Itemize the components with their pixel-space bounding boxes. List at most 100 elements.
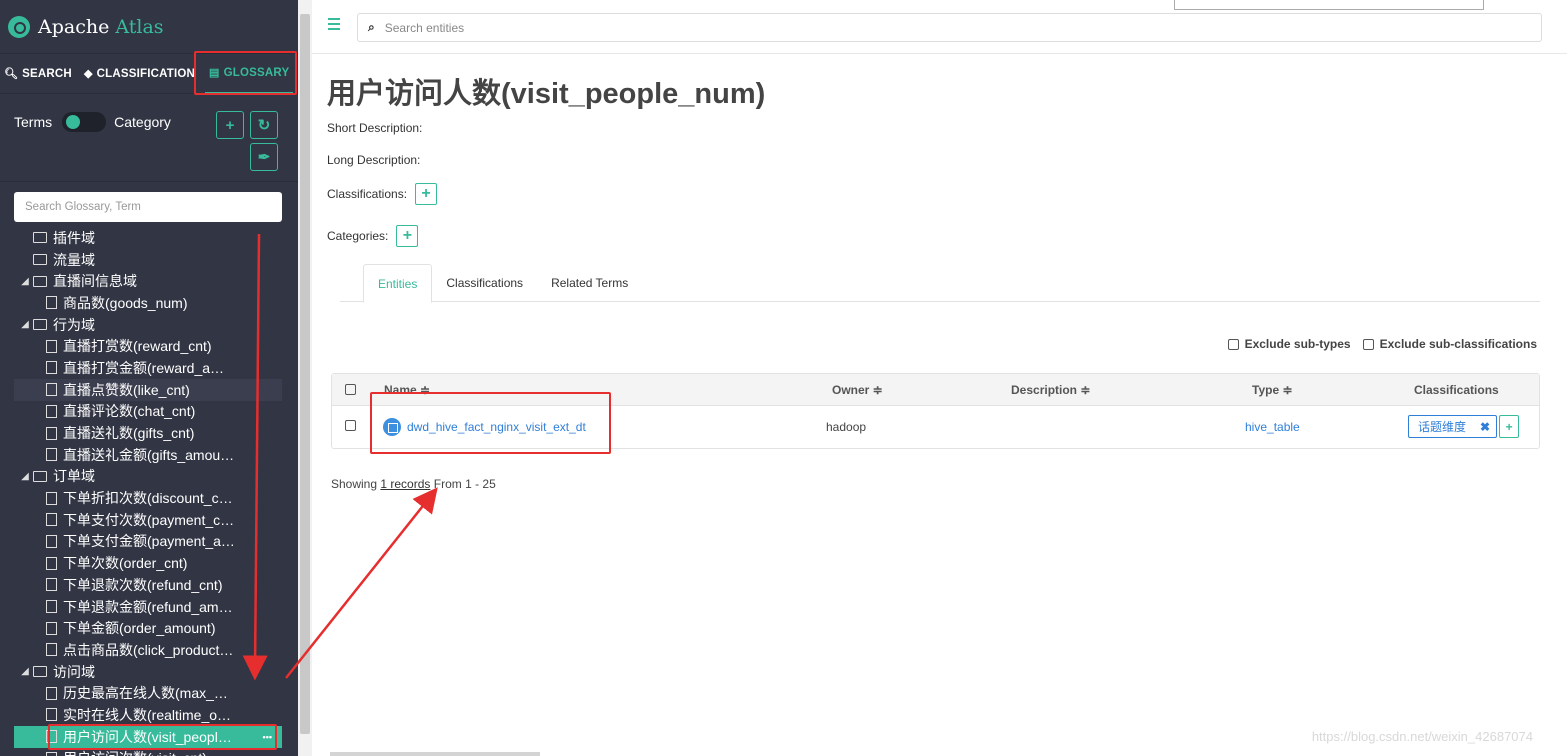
document-icon <box>46 491 57 505</box>
add-glossary-button[interactable]: + <box>216 111 244 139</box>
document-icon <box>46 621 57 635</box>
tree-folder[interactable]: ◢ 订单域 <box>14 466 282 488</box>
column-header-name[interactable]: Name ≑ <box>384 383 430 397</box>
tree-term[interactable]: 点击商品数(click_product… <box>14 639 282 661</box>
scrollbar-thumb[interactable] <box>300 14 310 734</box>
add-category-button[interactable]: + <box>396 225 419 247</box>
document-icon <box>46 600 57 614</box>
folder-icon <box>33 254 47 266</box>
document-icon <box>46 643 57 657</box>
classifications-field: Classifications: + <box>327 183 438 205</box>
document-icon <box>46 296 57 310</box>
document-icon <box>46 448 57 462</box>
expand-arrow-icon[interactable]: ◢ <box>17 471 33 482</box>
refresh-button[interactable]: ↻ <box>250 111 278 139</box>
terms-category-toggle-row: Terms Category <box>14 112 171 132</box>
tree-term[interactable]: 用户访问人数(visit_peopl… ••• <box>14 725 282 748</box>
tree-term[interactable]: 用户访问次数(visit_cnt) <box>14 748 282 756</box>
tree-term[interactable]: 直播打赏金额(reward_a… <box>14 357 282 379</box>
tree-term[interactable]: 下单退款金额(refund_am… <box>14 596 282 618</box>
long-description-label: Long Description: <box>327 153 421 167</box>
tree-term[interactable]: 直播送礼数(gifts_cnt) <box>14 422 282 444</box>
logo-text: Apache Atlas <box>38 15 164 38</box>
tree-term[interactable]: 下单次数(order_cnt) <box>14 552 282 574</box>
toggle-label-category: Category <box>114 114 171 130</box>
nav-tab-classification[interactable]: ◆ CLASSIFICATION <box>76 54 199 94</box>
entity-name-link[interactable]: dwd_hive_fact_nginx_visit_ext_dt <box>383 418 586 436</box>
tree-term[interactable]: 直播打赏数(reward_cnt) <box>14 335 282 357</box>
document-icon <box>46 339 57 353</box>
folder-icon <box>33 275 47 287</box>
glossary-search-input[interactable]: Search Glossary, Term <box>14 192 282 222</box>
top-bar: ⌕ Search entities <box>312 0 1567 54</box>
tab-classifications[interactable]: Classifications <box>432 264 537 302</box>
tab-entities[interactable]: Entities <box>363 264 433 303</box>
more-options-icon[interactable]: ••• <box>263 732 282 742</box>
add-tag-button[interactable]: + <box>1499 415 1520 438</box>
tree-term[interactable]: 下单支付金额(payment_a… <box>14 531 282 553</box>
expand-arrow-icon[interactable]: ◢ <box>17 276 33 287</box>
tree-item-label: 直播打赏数(reward_cnt) <box>63 338 212 355</box>
entity-search-input[interactable]: ⌕ Search entities <box>357 13 1542 42</box>
tree-item-label: 订单域 <box>53 468 95 485</box>
expand-arrow-icon[interactable]: ◢ <box>17 319 33 330</box>
tree-item-label: 下单支付次数(payment_c… <box>63 511 235 528</box>
divider <box>0 181 298 182</box>
search-icon: 🔍︎ <box>4 68 19 80</box>
page-title: 用户访问人数(visit_people_num) <box>327 78 766 110</box>
tree-folder[interactable]: ◢ 行为域 <box>14 314 282 336</box>
exclude-subclassifications-label: Exclude sub-classifications <box>1379 337 1537 351</box>
document-icon <box>46 686 57 700</box>
select-all-checkbox[interactable] <box>345 384 356 395</box>
import-button[interactable]: ✒︎ <box>250 143 278 171</box>
row-checkbox[interactable] <box>345 420 356 431</box>
exclude-subtypes-label: Exclude sub-types <box>1244 337 1351 351</box>
tree-term[interactable]: 下单金额(order_amount) <box>14 617 282 639</box>
tree-term[interactable]: 直播评论数(chat_cnt) <box>14 401 282 423</box>
refresh-icon: ↻ <box>257 117 271 134</box>
records-link[interactable]: 1 records <box>380 477 430 491</box>
tree-item-label: 直播点赞数(like_cnt) <box>63 381 190 398</box>
tree-term[interactable]: 实时在线人数(realtime_o… <box>14 704 282 726</box>
logo[interactable]: Apache Atlas <box>0 0 298 54</box>
tree-term[interactable]: 历史最高在线人数(max_… <box>14 682 282 704</box>
remove-tag-icon[interactable]: ✖ <box>1480 420 1490 434</box>
exclude-subtypes-checkbox[interactable] <box>1227 338 1239 350</box>
atlas-logo-icon <box>8 15 30 38</box>
folder-icon <box>33 666 47 678</box>
entity-type-link[interactable]: hive_table <box>1245 420 1300 434</box>
categories-field: Categories: + <box>327 225 419 247</box>
document-icon <box>46 361 57 375</box>
sidebar: Apache Atlas 🔍︎ SEARCH ◆ CLASSIFICATION ▤ G… <box>0 0 298 756</box>
column-header-type[interactable]: Type ≑ <box>1252 383 1293 397</box>
tree-term[interactable]: 直播送礼金额(gifts_amou… <box>14 444 282 466</box>
tree-term[interactable]: 商品数(goods_num) <box>14 292 282 314</box>
tree-folder[interactable]: ◢ 直播间信息域 <box>14 270 282 292</box>
tree-folder[interactable]: 流量域 <box>14 249 282 271</box>
tree-term[interactable]: 直播点赞数(like_cnt) <box>14 378 282 401</box>
tree-term[interactable]: 下单支付次数(payment_c… <box>14 509 282 531</box>
classification-tag[interactable]: 话题维度 ✖ <box>1408 415 1498 438</box>
document-icon <box>46 513 57 527</box>
detail-tabs: Entities Classifications Related Terms <box>340 264 1540 303</box>
tree-term[interactable]: 下单折扣次数(discount_c… <box>14 487 282 509</box>
nav-tab-search[interactable]: 🔍︎ SEARCH <box>0 54 76 94</box>
add-classification-button[interactable]: + <box>415 183 438 205</box>
document-icon <box>46 708 57 722</box>
menu-icon[interactable] <box>328 18 340 33</box>
tree-term[interactable]: 下单退款次数(refund_cnt) <box>14 574 282 596</box>
tab-related-terms[interactable]: Related Terms <box>537 264 642 302</box>
nav-tab-glossary[interactable]: ▤ GLOSSARY <box>205 54 294 94</box>
column-header-owner[interactable]: Owner ≑ <box>832 383 883 397</box>
sidebar-scrollbar[interactable] <box>298 0 312 756</box>
expand-arrow-icon[interactable]: ◢ <box>17 666 33 677</box>
tree-folder[interactable]: ◢ 访问域 <box>14 661 282 683</box>
tree-item-label: 访问域 <box>53 663 95 680</box>
folder-icon <box>33 470 47 482</box>
terms-category-toggle[interactable] <box>62 112 107 132</box>
tree-folder[interactable]: 插件域 <box>14 227 282 249</box>
entities-table: Name ≑ Owner ≑ Description ≑ Type ≑ Clas… <box>331 373 1540 449</box>
tree-item-label: 商品数(goods_num) <box>63 294 188 311</box>
column-header-description[interactable]: Description ≑ <box>1011 383 1090 397</box>
exclude-subclassifications-checkbox[interactable] <box>1362 338 1374 350</box>
